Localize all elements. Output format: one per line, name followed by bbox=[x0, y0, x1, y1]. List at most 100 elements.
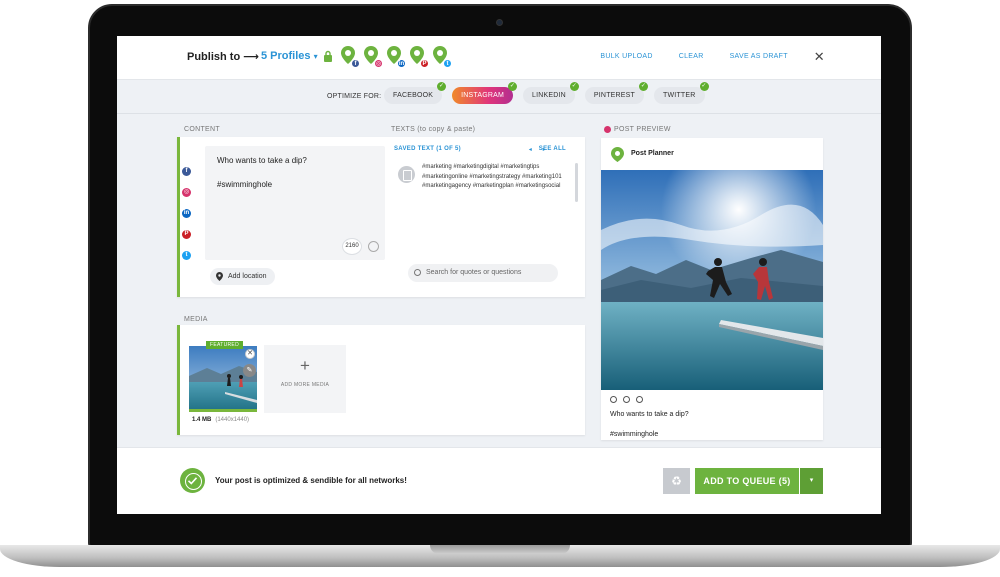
media-section-label: MEDIA bbox=[184, 316, 208, 323]
save-as-draft-link[interactable]: SAVE AS DRAFT bbox=[730, 53, 788, 61]
profile-avatar-twitter[interactable]: t bbox=[433, 46, 452, 68]
preview-actions bbox=[610, 396, 643, 403]
optimization-status: Your post is optimized & sendible for al… bbox=[215, 476, 407, 485]
tab-twitter[interactable]: TWITTER ✓ bbox=[654, 82, 709, 104]
network-tabs: FACEBOOK ✓ INSTAGRAM ✓ LINKEDIN ✓ PINTEREST ✓ TW… bbox=[384, 82, 709, 104]
chevron-down-icon: ▾ bbox=[313, 52, 318, 61]
profile-avatar-pinterest[interactable]: P bbox=[410, 46, 429, 68]
check-icon: ✓ bbox=[639, 82, 649, 91]
prev-saved-text-icon[interactable]: ◂ bbox=[529, 146, 532, 153]
add-location-label: Add location bbox=[228, 273, 267, 280]
instagram-icon bbox=[604, 126, 611, 133]
preview-account: Post Planner bbox=[611, 146, 674, 162]
saved-text-counter: SAVED TEXT (1 OF 5) bbox=[394, 146, 461, 152]
check-circle-icon bbox=[180, 468, 205, 493]
preview-caption: Who wants to take a dip? #swimminghole bbox=[610, 410, 689, 440]
queue-options-chevron-icon[interactable]: ▾ bbox=[800, 468, 823, 494]
saved-text-content: #marketing #marketingdigital #marketingt… bbox=[422, 164, 562, 189]
remove-media-icon[interactable]: ✕ bbox=[245, 349, 255, 359]
optimize-for-label: OPTIMIZE FOR: bbox=[327, 93, 382, 100]
pinterest-icon: P bbox=[420, 59, 429, 68]
heart-icon bbox=[610, 396, 617, 403]
saved-texts-panel: SAVED TEXT (1 OF 5) ◂ ▸ SEE ALL #marketi… bbox=[394, 146, 584, 292]
content-card: f ◎ in P t Who wants to take a dip? #swi… bbox=[177, 137, 585, 297]
character-count: 2160 bbox=[342, 238, 362, 255]
search-icon bbox=[414, 269, 421, 276]
publish-footer: Your post is optimized & sendible for al… bbox=[117, 447, 881, 514]
facebook-icon[interactable]: f bbox=[182, 167, 191, 176]
media-card: FEATURED ✕ ✎ 1.4 MB (1440x1440) + ADD MOR… bbox=[177, 325, 585, 435]
add-more-media-button[interactable]: + ADD MORE MEDIA bbox=[264, 345, 346, 413]
edit-media-icon[interactable]: ✎ bbox=[243, 364, 256, 377]
clear-link[interactable]: CLEAR bbox=[679, 53, 704, 61]
preview-account-name: Post Planner bbox=[631, 150, 674, 157]
tab-label: INSTAGRAM bbox=[461, 92, 505, 99]
tab-pinterest[interactable]: PINTEREST ✓ bbox=[584, 82, 649, 104]
twitter-icon: t bbox=[443, 59, 452, 68]
check-icon: ✓ bbox=[699, 82, 709, 91]
add-more-media-label: ADD MORE MEDIA bbox=[280, 382, 330, 388]
tab-instagram[interactable]: INSTAGRAM ✓ bbox=[452, 82, 518, 104]
profiles-label: 5 Profiles bbox=[261, 50, 311, 62]
saved-text-item[interactable]: #marketing #marketingdigital #marketingt… bbox=[394, 163, 574, 205]
featured-badge: FEATURED bbox=[206, 341, 243, 349]
profile-avatar-instagram[interactable]: ◎ bbox=[364, 46, 383, 68]
close-icon[interactable]: ✕ bbox=[814, 50, 825, 63]
post-preview-text: POST PREVIEW bbox=[614, 126, 671, 133]
see-all-link[interactable]: SEE ALL bbox=[539, 146, 566, 152]
media-size: 1.4 MB bbox=[192, 417, 212, 423]
profile-avatar-linkedin[interactable]: in bbox=[387, 46, 406, 68]
bulk-upload-link[interactable]: BULK UPLOAD bbox=[600, 53, 652, 61]
search-placeholder: Search for quotes or questions bbox=[426, 269, 522, 276]
texts-section-label: TEXTS (to copy & paste) bbox=[391, 126, 476, 133]
instagram-icon[interactable]: ◎ bbox=[182, 188, 191, 197]
preview-caption-line: Who wants to take a dip? bbox=[610, 411, 689, 418]
check-icon: ✓ bbox=[508, 82, 518, 91]
check-icon: ✓ bbox=[569, 82, 579, 91]
profile-avatar-facebook[interactable]: f bbox=[341, 46, 360, 68]
tab-label: LINKEDIN bbox=[532, 92, 566, 99]
post-text-line: #swimminghole bbox=[217, 180, 273, 189]
post-preview-card: Post Planner Who wants to take a dip? #s… bbox=[601, 138, 823, 440]
tab-label: PINTEREST bbox=[593, 92, 636, 99]
app-screen: Publish to ⟶ 5 Profiles ▾ f ◎ in Pt BULK UP… bbox=[117, 36, 881, 514]
emoji-icon[interactable] bbox=[368, 241, 379, 252]
saved-text-header: SAVED TEXT (1 OF 5) ◂ ▸ SEE ALL bbox=[394, 146, 584, 156]
header-actions: BULK UPLOAD CLEAR SAVE AS DRAFT ✕ bbox=[600, 50, 825, 63]
media-file-size: 1.4 MB (1440x1440) bbox=[192, 417, 249, 423]
location-pin-icon bbox=[216, 272, 223, 281]
facebook-icon: f bbox=[351, 59, 360, 68]
saved-text-scrollbar[interactable] bbox=[575, 163, 578, 202]
optimize-bar: OPTIMIZE FOR: FACEBOOK ✓ INSTAGRAM ✓ LINKEDI… bbox=[117, 80, 881, 114]
document-icon bbox=[398, 166, 415, 183]
tab-label: TWITTER bbox=[663, 92, 696, 99]
preview-caption-line: #swimminghole bbox=[610, 431, 659, 438]
preview-photo-image bbox=[601, 170, 823, 390]
add-location-button[interactable]: Add location bbox=[210, 268, 275, 285]
share-icon bbox=[636, 396, 643, 403]
lock-icon[interactable] bbox=[323, 50, 333, 62]
instagram-icon: ◎ bbox=[374, 59, 383, 68]
tab-facebook[interactable]: FACEBOOK ✓ bbox=[384, 82, 447, 104]
pinterest-icon[interactable]: P bbox=[182, 230, 191, 239]
publish-to-label: Publish to ⟶ bbox=[187, 51, 259, 63]
laptop-notch bbox=[430, 545, 570, 554]
plus-icon: + bbox=[300, 356, 310, 375]
comment-icon bbox=[623, 396, 630, 403]
post-planner-logo-icon bbox=[611, 147, 624, 162]
publish-header: Publish to ⟶ 5 Profiles ▾ f ◎ in Pt BULK UP… bbox=[117, 36, 881, 80]
recycle-button[interactable]: ♻ bbox=[663, 468, 690, 494]
media-dimensions: (1440x1440) bbox=[215, 417, 250, 423]
network-icons: f ◎ in P t bbox=[182, 167, 191, 260]
linkedin-icon[interactable]: in bbox=[182, 209, 191, 218]
twitter-icon[interactable]: t bbox=[182, 251, 191, 260]
linkedin-icon: in bbox=[397, 59, 406, 68]
tab-label: FACEBOOK bbox=[393, 92, 434, 99]
camera-icon bbox=[496, 19, 503, 26]
add-to-queue-button[interactable]: ADD TO QUEUE (5) bbox=[695, 468, 799, 494]
check-icon: ✓ bbox=[437, 82, 447, 91]
search-quotes-input[interactable]: Search for quotes or questions bbox=[408, 264, 558, 282]
profile-avatars: f ◎ in Pt bbox=[341, 46, 452, 68]
profiles-dropdown[interactable]: 5 Profiles ▾ bbox=[261, 50, 318, 62]
tab-linkedin[interactable]: LINKEDIN ✓ bbox=[523, 82, 579, 104]
